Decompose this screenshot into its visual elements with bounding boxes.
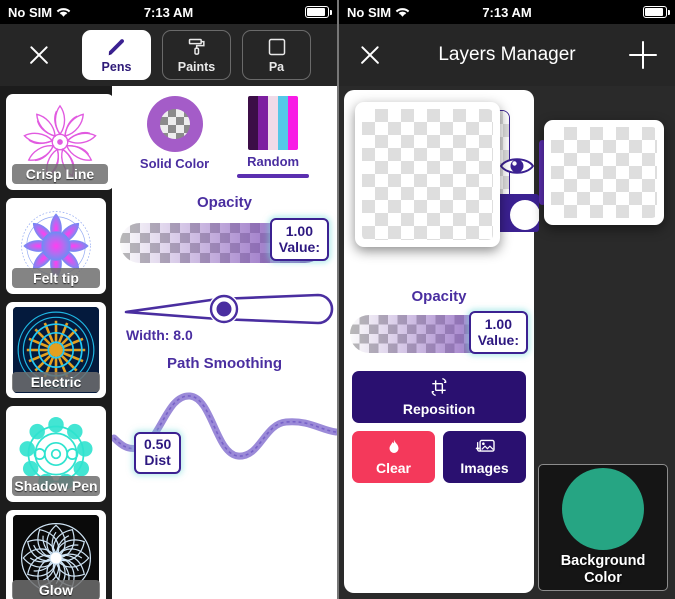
solid-color-swatch — [146, 96, 203, 152]
left-phone-screen: No SIM 7:13 AM Pens Paints Pa Crisp Line… — [0, 0, 337, 599]
layer-action-row: Clear Images — [352, 431, 526, 483]
tab-paints-label: Paints — [177, 59, 216, 74]
layer-mask-indicator[interactable] — [497, 194, 539, 232]
status-bar-left: No SIM 7:13 AM — [0, 0, 337, 24]
brush-list[interactable]: Crisp Line Felt tip Electric Shadow Pen … — [0, 86, 112, 599]
opacity-value-caption: Value: — [278, 239, 320, 255]
layer-opacity-value-caption: Value: — [477, 332, 519, 348]
brush-label-electric: Electric — [12, 372, 100, 392]
opacity-value-box[interactable]: 1.00 Value: — [269, 218, 329, 261]
flame-icon — [385, 438, 403, 459]
brush-item-glow[interactable]: Glow — [6, 510, 106, 599]
close-icon[interactable] — [26, 42, 52, 68]
brush-label-crisp-line: Crisp Line — [12, 164, 108, 184]
color-mode-random-label: Random — [247, 154, 300, 169]
path-smoothing-value-box[interactable]: 0.50 Dist — [134, 432, 182, 474]
reposition-button[interactable]: Reposition — [352, 371, 526, 423]
width-label: Width: 8.0 — [126, 327, 193, 343]
battery-icon — [305, 6, 332, 18]
reposition-icon — [429, 377, 449, 400]
background-color-label-line1: Background — [560, 553, 646, 569]
status-time-right: 7:13 AM — [482, 4, 532, 20]
brush-label-felt-tip: Felt tip — [12, 268, 100, 288]
brush-label-shadow-pen: Shadow Pen — [12, 476, 100, 496]
tool-tabs: Pens Paints Pa — [82, 30, 311, 80]
opacity-value: 1.00 — [285, 223, 313, 239]
plus-icon[interactable] — [629, 41, 657, 69]
color-mode-solid[interactable]: Solid Color — [140, 96, 209, 178]
width-control[interactable]: Width: 8.0 — [112, 279, 337, 343]
brush-item-crisp-line[interactable]: Crisp Line — [6, 94, 112, 190]
color-mode-random[interactable]: Random — [237, 96, 310, 178]
images-icon — [474, 438, 496, 459]
status-bar-right: No SIM 7:13 AM — [339, 0, 675, 24]
brush-item-shadow-pen[interactable]: Shadow Pen — [6, 406, 106, 502]
background-color-label: Background Color — [561, 553, 646, 587]
layer-stack[interactable] — [350, 98, 539, 284]
brush-item-electric[interactable]: Electric — [6, 302, 106, 398]
active-layer-thumbnail — [362, 109, 493, 240]
tab-patterns-label: Pa — [268, 59, 285, 74]
tab-patterns[interactable]: Pa — [242, 30, 311, 80]
active-tab-underline — [237, 174, 310, 178]
path-smoothing-control[interactable]: 0.50 Dist — [112, 376, 337, 486]
layers-panel: Opacity 1.00 Value: Reposition Clear Ima… — [344, 90, 539, 593]
color-mode-row: Solid Color Random — [112, 86, 337, 178]
page-title: Layers Manager — [438, 44, 576, 65]
images-label: Images — [460, 460, 509, 476]
tab-pens-label: Pens — [101, 59, 132, 74]
tab-paints[interactable]: Paints — [162, 30, 231, 80]
opacity-title: Opacity — [196, 194, 253, 211]
clear-label: Clear — [375, 460, 412, 476]
layer-opacity-value: 1.00 — [484, 316, 512, 332]
left-body: Crisp Line Felt tip Electric Shadow Pen … — [0, 86, 337, 599]
clear-button[interactable]: Clear — [352, 431, 435, 483]
path-smoothing-value-caption: Dist — [144, 452, 171, 468]
reposition-label: Reposition — [402, 401, 476, 417]
pen-icon — [106, 37, 127, 58]
color-mode-solid-label: Solid Color — [139, 156, 210, 171]
checker-ball-icon — [159, 109, 190, 139]
left-nav-bar: Pens Paints Pa — [0, 24, 337, 86]
layer-visibility-toggle[interactable] — [499, 156, 535, 181]
images-button[interactable]: Images — [443, 431, 526, 483]
path-smoothing-title: Path Smoothing — [167, 355, 282, 372]
active-layer-preview-card[interactable] — [355, 102, 500, 247]
background-color-button[interactable]: Background Color — [538, 464, 668, 591]
tab-pens[interactable]: Pens — [82, 30, 151, 80]
right-phone-screen: No SIM 7:13 AM Layers Manager Opacity 1.… — [337, 0, 675, 599]
dual-screenshot-container: No SIM 7:13 AM Pens Paints Pa Crisp Line… — [0, 0, 675, 599]
brush-item-felt-tip[interactable]: Felt tip — [6, 198, 106, 294]
paint-roller-icon — [187, 37, 207, 58]
pattern-icon — [267, 37, 287, 58]
layer-opacity-value-box[interactable]: 1.00 Value: — [468, 311, 528, 354]
background-color-label-line2: Color — [584, 570, 622, 586]
pen-settings-panel: Solid Color Random Opacity 1.00 Value: W… — [112, 86, 337, 599]
right-nav-bar: Layers Manager — [339, 24, 675, 86]
close-icon[interactable] — [357, 42, 383, 68]
opacity-slider[interactable]: 1.00 Value: — [120, 218, 329, 265]
random-color-swatch — [248, 96, 299, 150]
eye-icon — [499, 158, 535, 174]
layer-opacity-title: Opacity — [411, 288, 467, 305]
background-color-swatch — [562, 468, 644, 550]
brush-label-glow: Glow — [12, 580, 100, 599]
dragged-layer-thumbnail — [551, 127, 657, 218]
path-smoothing-value: 0.50 — [144, 436, 172, 452]
status-time: 7:13 AM — [143, 4, 194, 20]
battery-icon — [643, 6, 670, 18]
layer-opacity-slider[interactable]: 1.00 Value: — [350, 311, 528, 357]
dragged-layer-card[interactable] — [544, 120, 664, 225]
